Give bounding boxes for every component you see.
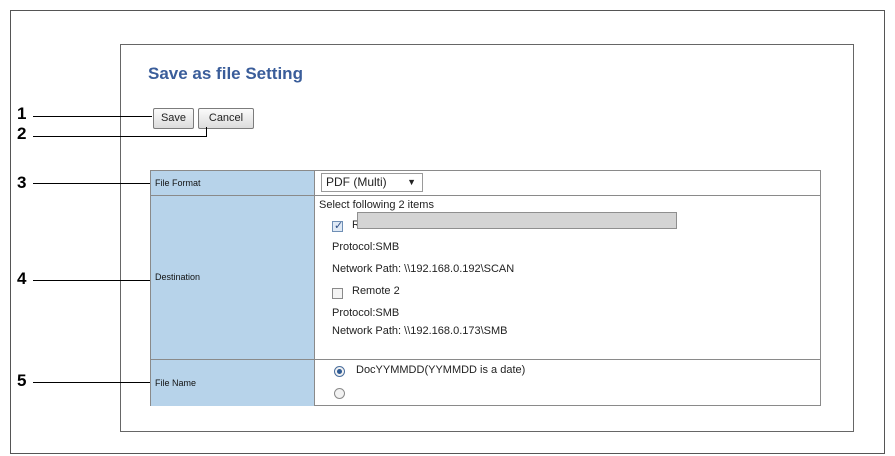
destination-intro: Select following 2 items [319, 199, 434, 211]
remote2-protocol: Protocol:SMB [332, 307, 400, 319]
callout-2: 2 [17, 124, 27, 143]
settings-table: File Format PDF (Multi) ▼ Destination Se… [150, 170, 821, 406]
callout-4-line [33, 280, 152, 281]
callout-3: 3 [17, 173, 27, 192]
remote1-protocol: Protocol:SMB [332, 241, 400, 253]
file-format-value: PDF (Multi) [326, 175, 387, 189]
filename-default-radio[interactable] [334, 366, 345, 377]
filename-default-option: DocYYMMDD(YYMMDD is a date) [356, 364, 526, 376]
remote2-checkbox[interactable] [332, 288, 343, 299]
callout-5: 5 [17, 371, 27, 390]
file-format-label: File Format [151, 171, 315, 195]
filename-custom-radio[interactable] [334, 388, 345, 399]
callout-1: 1 [17, 104, 27, 123]
remote1-path: Network Path: \\192.168.0.192\SCAN [332, 263, 515, 275]
destination-label: Destination [151, 196, 315, 359]
cancel-button[interactable]: Cancel [198, 108, 254, 129]
callout-5-line [33, 382, 152, 383]
remote1-checkbox[interactable]: ✓ [332, 220, 344, 232]
callout-4: 4 [17, 269, 27, 288]
callout-1-line [33, 116, 152, 117]
remote2-name: Remote 2 [352, 285, 400, 297]
remote2-path: Network Path: \\192.168.0.173\SMB [332, 325, 508, 337]
save-button[interactable]: Save [153, 108, 194, 129]
callout-3-line [33, 183, 152, 184]
file-format-select[interactable]: PDF (Multi) ▼ [321, 173, 423, 192]
radio-selected-dot [337, 369, 342, 374]
callout-2-riser [206, 127, 207, 137]
check-icon: ✓ [334, 220, 344, 232]
callout-2-line [33, 136, 207, 137]
chevron-down-icon: ▼ [407, 177, 416, 187]
page-title: Save as file Setting [148, 64, 303, 83]
filename-custom-input[interactable] [357, 212, 677, 229]
file-name-label: File Name [151, 360, 315, 406]
